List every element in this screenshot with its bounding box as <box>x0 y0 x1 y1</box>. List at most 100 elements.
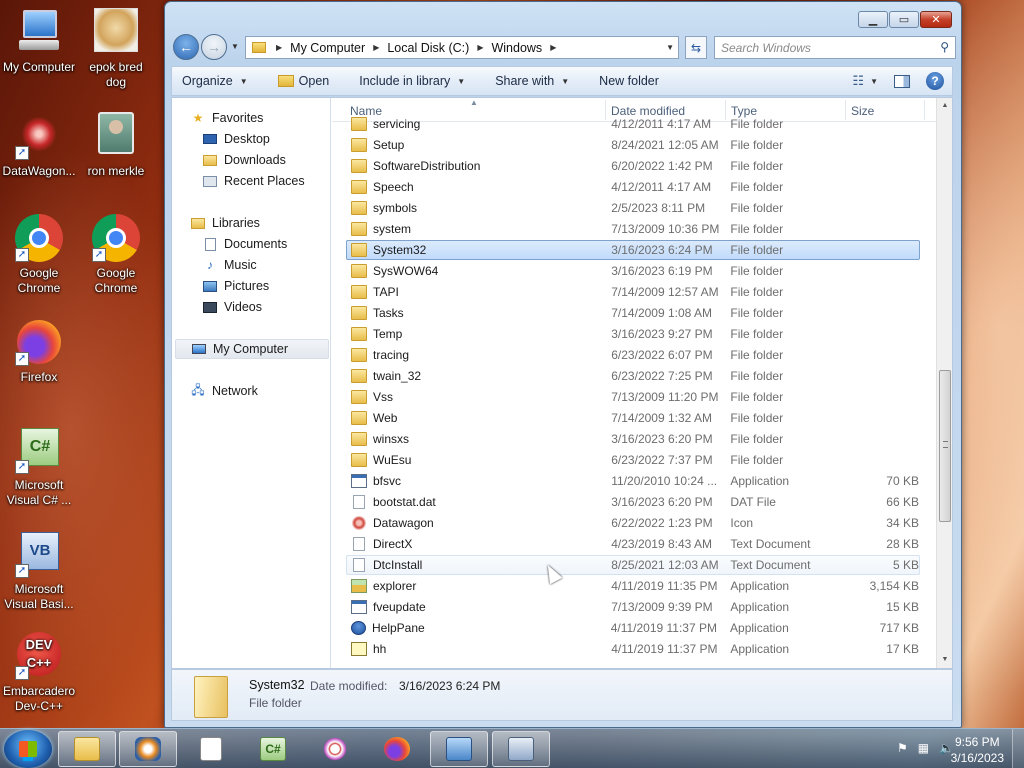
nav-desktop[interactable]: Desktop <box>202 129 270 149</box>
new-folder-button[interactable]: New folder <box>599 74 659 88</box>
file-row[interactable]: winsxs 3/16/2023 6:20 PM File folder <box>346 429 920 449</box>
file-row[interactable]: SysWOW64 3/16/2023 6:19 PM File folder <box>346 261 920 281</box>
file-row[interactable]: Tasks 7/14/2009 1:08 AM File folder <box>346 303 920 323</box>
taskbar-explorer[interactable] <box>58 731 116 767</box>
file-row[interactable]: TAPI 7/14/2009 12:57 AM File folder <box>346 282 920 302</box>
file-date-modified: 6/23/2022 6:07 PM <box>611 348 713 362</box>
file-row[interactable]: DirectX 4/23/2019 8:43 AM Text Document 28 … <box>346 534 920 554</box>
desktop-icon-ron-merkle[interactable]: ron merkle <box>78 112 154 179</box>
preview-pane-icon[interactable] <box>894 74 910 88</box>
file-row[interactable]: bfsvc 11/20/2010 10:24 ... Application 70 K… <box>346 471 920 491</box>
new-folder-label: New folder <box>599 74 659 88</box>
organize-button[interactable]: Organize ▼ <box>182 74 248 88</box>
desktop-icon-visual-csharp[interactable]: C# ➚ Microsoft Visual C# ... <box>1 426 77 508</box>
nav-favorites[interactable]: ★ Favorites <box>190 108 264 128</box>
scroll-thumb[interactable] <box>939 370 951 522</box>
file-row[interactable]: bootstat.dat 3/16/2023 6:20 PM DAT File 66 … <box>346 492 920 512</box>
taskbar-keyboard[interactable] <box>492 731 550 767</box>
file-type: File folder <box>730 222 784 236</box>
dog-image-icon <box>92 8 140 56</box>
file-row[interactable]: tracing 6/23/2022 6:07 PM File folder <box>346 345 920 365</box>
nav-my-computer[interactable]: My Computer <box>175 339 329 359</box>
desktop-icon-google-chrome-1[interactable]: ➚ Google Chrome <box>1 214 77 296</box>
open-button[interactable]: Open <box>277 74 329 88</box>
file-row[interactable]: Vss 7/13/2009 11:20 PM File folder <box>346 387 920 407</box>
file-row[interactable]: DtcInstall 8/25/2021 12:03 AM Text Documen… <box>346 555 920 575</box>
address-dropdown-icon[interactable]: ▼ <box>666 43 674 52</box>
file-row[interactable]: twain_32 6/23/2022 7:25 PM File folder <box>346 366 920 386</box>
pictures-icon <box>202 279 218 293</box>
file-row[interactable]: servicing 4/12/2011 4:17 AM File folder <box>346 114 920 134</box>
scroll-down-icon[interactable]: ▼ <box>937 652 952 668</box>
taskbar-notepad[interactable] <box>182 731 240 767</box>
desktop-icon-devcpp[interactable]: DEV C++ ➚ Embarcadero Dev-C++ <box>1 632 77 714</box>
desktop-icon-google-chrome-2[interactable]: ➚ Google Chrome <box>78 214 154 296</box>
navigation-pane: ★ Favorites Desktop Downloads Recent Pla… <box>172 98 331 668</box>
nav-downloads[interactable]: Downloads <box>202 150 286 170</box>
file-row[interactable]: HelpPane 4/11/2019 11:37 PM Application 717… <box>346 618 920 638</box>
recent-pages-dropdown[interactable]: ▼ <box>231 42 239 51</box>
file-row[interactable]: Datawagon 6/22/2022 1:23 PM Icon 34 KB <box>346 513 920 533</box>
breadcrumb-windows[interactable]: Windows <box>491 41 542 55</box>
nav-network[interactable]: 🖧 Network <box>190 381 258 401</box>
file-date-modified: 3/16/2023 6:19 PM <box>611 264 713 278</box>
breadcrumb-my-computer[interactable]: My Computer <box>290 41 365 55</box>
file-row[interactable]: Speech 4/12/2011 4:17 AM File folder <box>346 177 920 197</box>
desktop-icon-epok-bred-dog[interactable]: epok bred dog <box>78 8 154 90</box>
minimize-button[interactable]: ▁ <box>858 11 888 28</box>
show-desktop-button[interactable] <box>1012 729 1024 768</box>
refresh-button[interactable]: ⇆ <box>685 36 707 59</box>
nav-music[interactable]: ♪ Music <box>202 255 257 275</box>
desktop-icon-visual-basic[interactable]: VB ➚ Microsoft Visual Basi... <box>1 530 77 612</box>
vertical-scrollbar[interactable]: ▲ ▼ <box>936 98 952 668</box>
breadcrumb-local-disk[interactable]: Local Disk (C:) <box>387 41 469 55</box>
nav-documents[interactable]: Documents <box>202 234 287 254</box>
file-row[interactable]: System32 3/16/2023 6:24 PM File folder <box>346 240 920 260</box>
desktop-icon-my-computer[interactable]: My Computer <box>1 8 77 75</box>
desktop-icon-firefox[interactable]: ➚ Firefox <box>1 318 77 385</box>
forward-button[interactable]: → <box>201 34 227 60</box>
file-row[interactable]: fveupdate 7/13/2009 9:39 PM Application 15 … <box>346 597 920 617</box>
search-input[interactable]: Search Windows ⚲ <box>714 36 956 59</box>
file-row[interactable]: hh 4/11/2019 11:37 PM Application 17 KB <box>346 639 920 659</box>
window-controls: ▁ ▭ ✕ <box>858 11 952 28</box>
change-view-button[interactable]: ☷ ▼ <box>852 73 878 89</box>
windows-logo-icon <box>19 741 37 757</box>
file-row[interactable]: SoftwareDistribution 6/20/2022 1:42 PM Fil… <box>346 156 920 176</box>
file-date-modified: 6/23/2022 7:37 PM <box>611 453 713 467</box>
include-in-library-button[interactable]: Include in library ▼ <box>359 74 465 88</box>
maximize-button[interactable]: ▭ <box>889 11 919 28</box>
file-date-modified: 11/20/2010 10:24 ... <box>611 474 718 488</box>
taskbar-snipping-tool[interactable] <box>306 731 364 767</box>
column-divider[interactable] <box>924 100 925 120</box>
file-row[interactable]: system 7/13/2009 10:36 PM File folder <box>346 219 920 239</box>
nav-videos[interactable]: Videos <box>202 297 262 317</box>
file-row[interactable]: WuEsu 6/23/2022 7:37 PM File folder <box>346 450 920 470</box>
network-tray-icon[interactable]: ▦ <box>918 741 929 755</box>
scroll-up-icon[interactable]: ▲ <box>937 98 952 114</box>
file-row[interactable]: Web 7/14/2009 1:32 AM File folder <box>346 408 920 428</box>
file-row[interactable]: Temp 3/16/2023 9:27 PM File folder <box>346 324 920 344</box>
action-center-flag-icon[interactable]: ⚑ <box>897 741 908 755</box>
share-with-button[interactable]: Share with ▼ <box>495 74 569 88</box>
nav-libraries[interactable]: Libraries <box>190 213 260 233</box>
nav-recent-places[interactable]: Recent Places <box>202 171 305 191</box>
file-date-modified: 4/12/2011 4:17 AM <box>611 180 712 194</box>
close-button[interactable]: ✕ <box>920 11 952 28</box>
taskbar-remote-desktop[interactable] <box>430 731 488 767</box>
file-row[interactable]: Setup 8/24/2021 12:05 AM File folder <box>346 135 920 155</box>
help-icon[interactable]: ? <box>926 72 944 90</box>
search-icon[interactable]: ⚲ <box>940 40 949 54</box>
clock[interactable]: 9:56 PM 3/16/2023 <box>951 734 1004 766</box>
file-row[interactable]: explorer 4/11/2019 11:35 PM Application 3,1… <box>346 576 920 596</box>
address-bar[interactable]: ▶ My Computer ▶ Local Disk (C:) ▶ Window… <box>245 36 679 59</box>
desktop-icon-datawagon[interactable]: ➚ DataWagon... <box>1 112 77 179</box>
start-button[interactable] <box>4 730 52 768</box>
file-name: Setup <box>373 138 405 152</box>
nav-pictures[interactable]: Pictures <box>202 276 269 296</box>
taskbar-media-player[interactable] <box>119 731 177 767</box>
file-row[interactable]: symbols 2/5/2023 8:11 PM File folder <box>346 198 920 218</box>
taskbar-firefox[interactable] <box>368 731 426 767</box>
taskbar-visual-csharp[interactable]: C# <box>244 731 302 767</box>
back-button[interactable]: ← <box>173 34 199 60</box>
